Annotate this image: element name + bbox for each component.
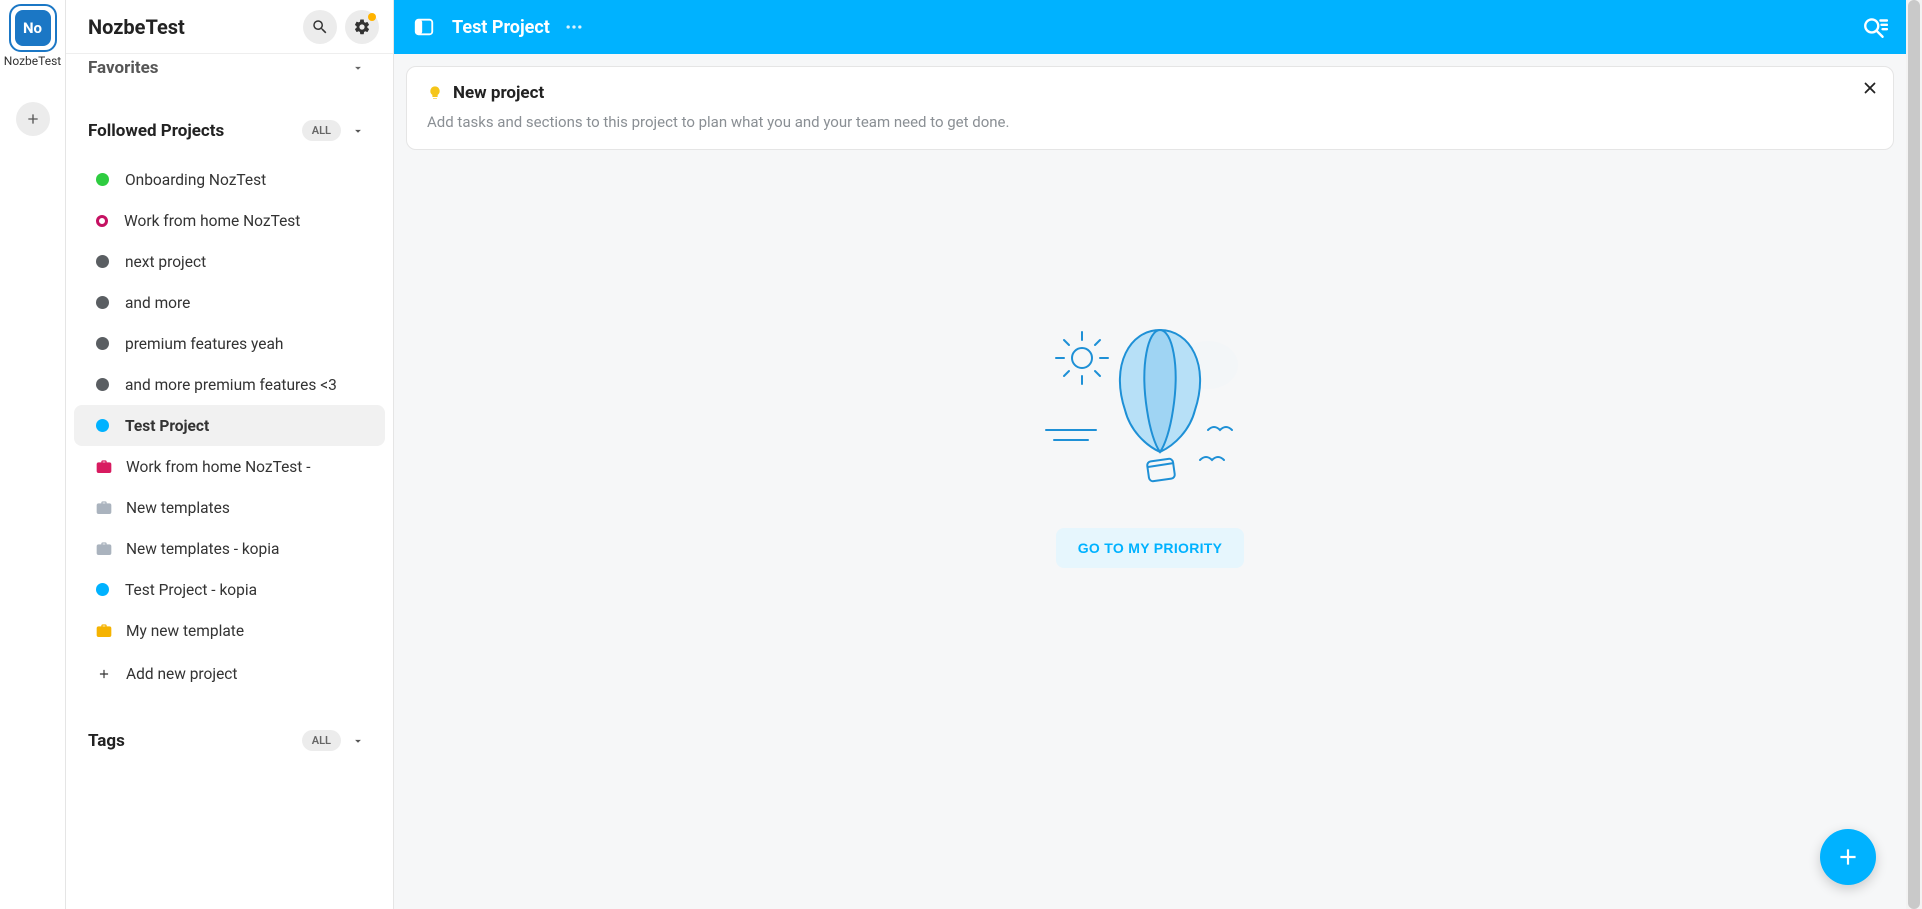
go-to-priority-button[interactable]: GO TO MY PRIORITY: [1056, 528, 1245, 568]
lightbulb-icon: [427, 83, 443, 103]
favorites-section-title: Favorites: [88, 58, 351, 78]
workspace-strip: No NozbeTest: [0, 0, 66, 909]
project-label: My new template: [126, 622, 244, 640]
settings-button[interactable]: [345, 10, 379, 44]
project-label: Work from home NozTest -: [126, 458, 311, 476]
hint-close-button[interactable]: [1861, 79, 1879, 97]
add-workspace-button[interactable]: [16, 102, 50, 136]
close-icon: [1861, 79, 1879, 97]
plus-icon: [96, 667, 112, 681]
project-label: Onboarding NozTest: [125, 171, 266, 189]
project-item[interactable]: Test Project - kopia: [74, 569, 385, 610]
topbar: Test Project: [394, 0, 1906, 54]
sidebar-toggle-icon: [413, 16, 435, 38]
sidebar-title: NozbeTest: [88, 15, 295, 39]
project-color-dot: [96, 583, 109, 596]
project-color-dot: [96, 419, 109, 432]
followed-section-header[interactable]: Followed Projects ALL: [66, 102, 393, 147]
project-item[interactable]: premium features yeah: [74, 323, 385, 364]
main-panel: Test Project New project Add tasks and s…: [394, 0, 1906, 909]
tags-filter-chip[interactable]: ALL: [302, 730, 341, 751]
chevron-down-icon: [351, 124, 365, 138]
project-item[interactable]: New templates - kopia: [74, 528, 385, 569]
chevron-down-icon: [351, 734, 365, 748]
tags-collapse-toggle[interactable]: [351, 734, 373, 748]
briefcase-icon: [96, 460, 112, 474]
project-color-dot: [96, 296, 109, 309]
project-item[interactable]: Test Project: [74, 405, 385, 446]
project-item[interactable]: New templates: [74, 487, 385, 528]
briefcase-icon: [96, 501, 112, 515]
favorites-section-header[interactable]: Favorites: [66, 54, 393, 84]
briefcase-icon: [96, 624, 112, 638]
plus-icon: [1835, 844, 1861, 870]
project-label: and more: [125, 294, 190, 312]
gear-icon: [353, 18, 371, 36]
project-label: Test Project - kopia: [125, 581, 257, 599]
sidebar-toggle-button[interactable]: [412, 16, 436, 38]
workspace-avatar-abbr: No: [15, 10, 51, 46]
project-title: Test Project: [452, 17, 550, 38]
settings-notification-dot: [368, 13, 376, 21]
followed-section-title: Followed Projects: [88, 121, 302, 141]
search-button[interactable]: [303, 10, 337, 44]
project-label: Test Project: [125, 417, 209, 435]
tags-section-header[interactable]: Tags ALL: [66, 712, 393, 757]
project-more-button[interactable]: [564, 17, 584, 37]
add-new-project-button[interactable]: Add new project: [74, 653, 385, 694]
followed-collapse-toggle[interactable]: [351, 124, 373, 138]
project-item[interactable]: My new template: [74, 610, 385, 651]
project-item[interactable]: and more premium features <3: [74, 364, 385, 405]
add-new-project-label: Add new project: [126, 665, 237, 683]
search-icon: [311, 18, 329, 36]
plus-icon: [25, 111, 41, 127]
more-horizontal-icon: [564, 17, 584, 37]
project-color-dot: [96, 378, 109, 391]
workspace-name-label: NozbeTest: [4, 54, 61, 68]
page-scrollbar[interactable]: [1906, 0, 1922, 909]
workspace-avatar[interactable]: No: [9, 4, 57, 52]
favorites-collapse-toggle[interactable]: [351, 61, 373, 75]
project-label: New templates - kopia: [126, 540, 279, 558]
project-color-dot: [96, 337, 109, 350]
hint-subtitle: Add tasks and sections to this project t…: [427, 113, 1873, 131]
project-item[interactable]: next project: [74, 241, 385, 282]
filter-button[interactable]: [1862, 14, 1888, 40]
briefcase-icon: [96, 542, 112, 556]
filter-icon: [1862, 14, 1888, 40]
project-item[interactable]: Work from home NozTest -: [74, 446, 385, 487]
project-label: and more premium features <3: [125, 376, 337, 394]
tags-section-title: Tags: [88, 731, 302, 751]
add-task-fab[interactable]: [1820, 829, 1876, 885]
empty-illustration: [1040, 310, 1260, 500]
page-scrollbar-thumb[interactable]: [1908, 0, 1920, 909]
project-label: Work from home NozTest: [124, 212, 300, 230]
project-item[interactable]: Work from home NozTest: [74, 200, 385, 241]
empty-state: GO TO MY PRIORITY: [394, 150, 1906, 909]
project-color-dot: [96, 255, 109, 268]
project-color-dot: [96, 173, 109, 186]
project-label: next project: [125, 253, 206, 271]
project-item[interactable]: Onboarding NozTest: [74, 159, 385, 200]
project-color-ring: [96, 215, 108, 227]
project-label: premium features yeah: [125, 335, 283, 353]
hint-card: New project Add tasks and sections to th…: [406, 66, 1894, 150]
sidebar-header: NozbeTest: [66, 0, 393, 54]
chevron-down-icon: [351, 61, 365, 75]
hint-title: New project: [453, 83, 544, 103]
project-list: Onboarding NozTest Work from home NozTest…: [66, 159, 393, 651]
followed-filter-chip[interactable]: ALL: [302, 120, 341, 141]
project-item[interactable]: and more: [74, 282, 385, 323]
sidebar: NozbeTest Favorites Followed Projects AL…: [66, 0, 394, 909]
project-label: New templates: [126, 499, 230, 517]
sidebar-scroll-area[interactable]: Favorites Followed Projects ALL Onboardi…: [66, 54, 393, 909]
